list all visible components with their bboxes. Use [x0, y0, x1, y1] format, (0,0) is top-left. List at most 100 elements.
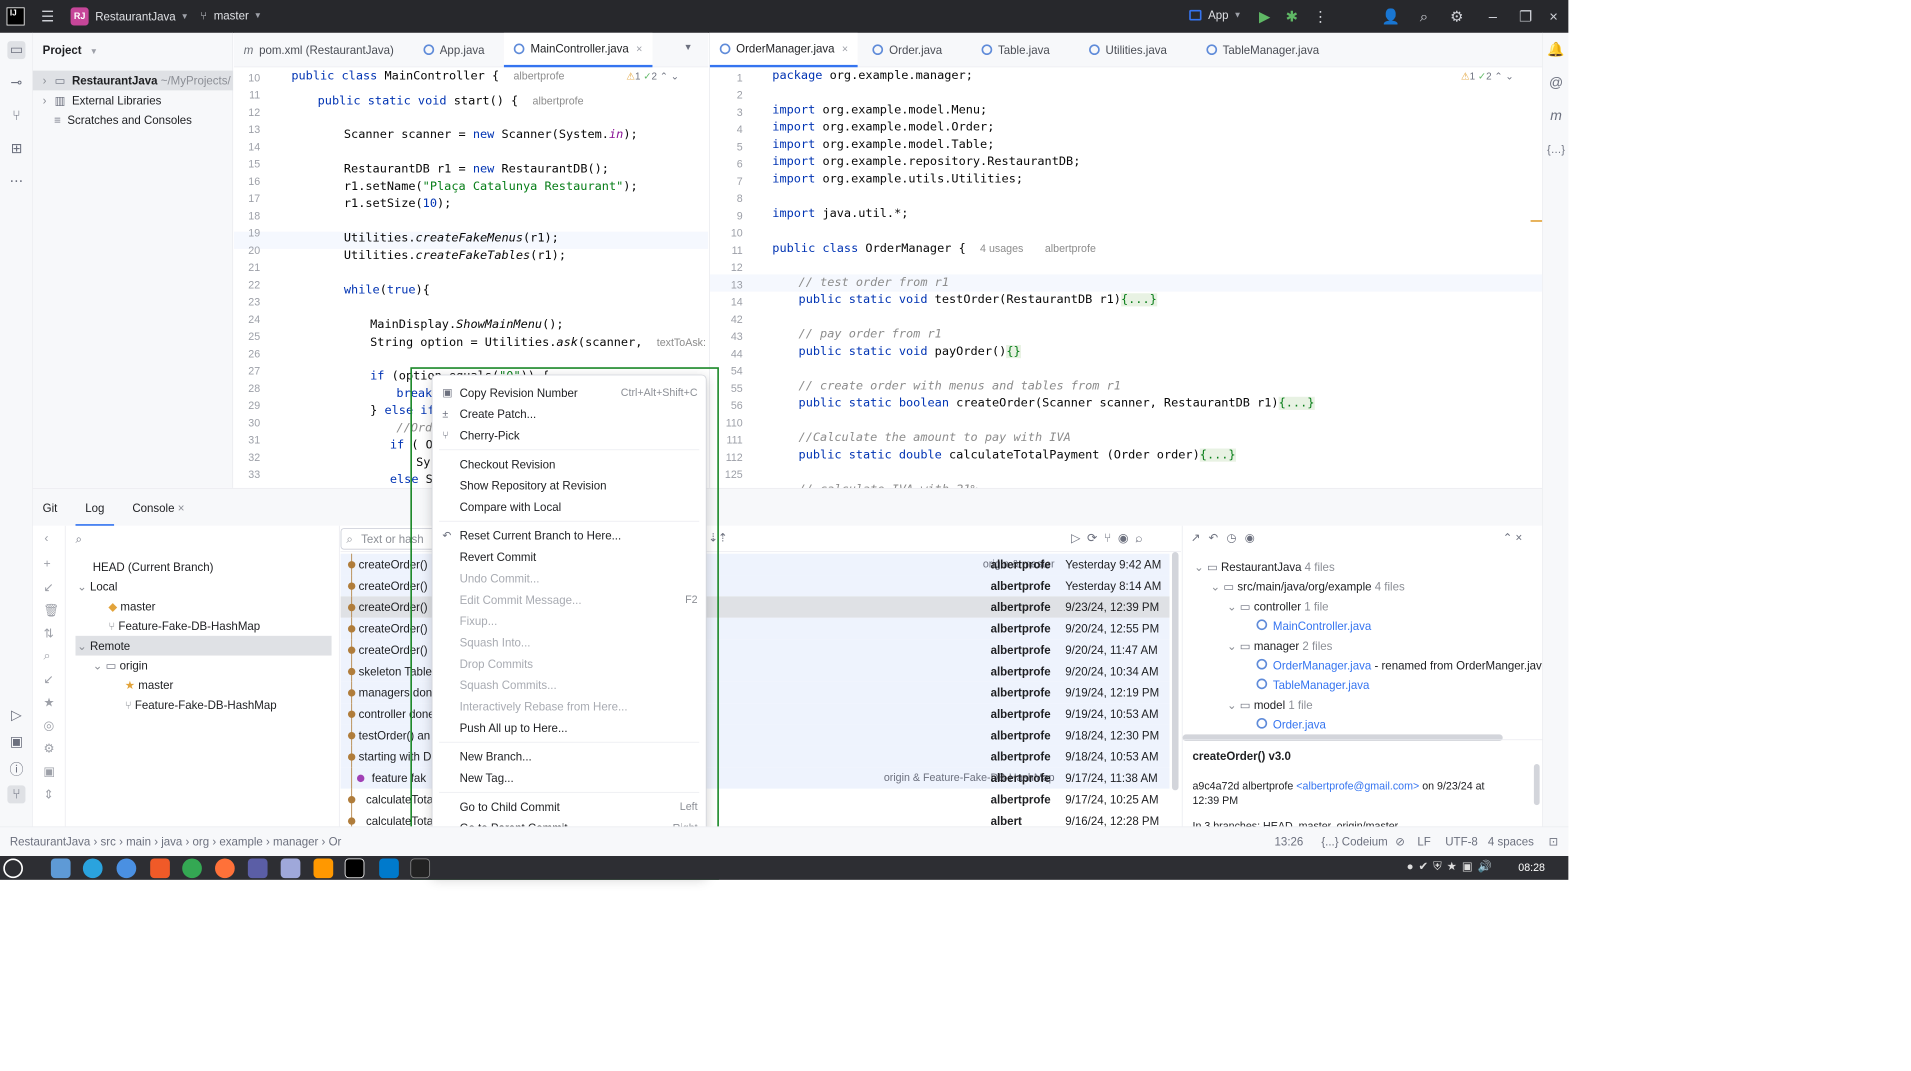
log-actions[interactable]: ▷⟳⑂◉⌕ [1071, 531, 1149, 546]
compare-icon[interactable]: ⇅ [43, 626, 53, 641]
branch-switcher[interactable]: ⑂ master ▼ [200, 9, 262, 22]
tree-item-scratches[interactable]: ≡ Scratches and Consoles [54, 110, 192, 130]
breadcrumb-item[interactable]: RestaurantJava [10, 835, 90, 848]
collapse-icon[interactable]: ‹ [44, 532, 48, 546]
tabs-dropdown-icon[interactable]: ▼ [684, 43, 693, 53]
fetch-icon[interactable]: ↙ [43, 672, 53, 687]
breadcrumb-item[interactable]: src [101, 835, 116, 848]
intellij-taskbar-icon[interactable] [344, 858, 365, 879]
tree-item-external-libraries[interactable]: › ▥ External Libraries [43, 90, 162, 110]
delete-icon[interactable]: 🗑 [43, 603, 59, 618]
project-folder-icon[interactable]: ▭ [7, 41, 26, 60]
log-scrollbar[interactable] [1171, 552, 1179, 791]
changes-manager[interactable]: ⌄ ▭ manager 2 files [1227, 636, 1332, 656]
caret-position[interactable]: 13:26 [1275, 835, 1304, 848]
usages-hint[interactable]: 4 usages [980, 242, 1023, 254]
lock-icon[interactable]: ⊡ [1549, 835, 1559, 849]
codeium-status[interactable]: {...} Codeium [1321, 835, 1387, 848]
project-panel-title[interactable]: Project ▼ [43, 44, 98, 57]
more-actions-icon[interactable]: ⋮ [1311, 7, 1329, 25]
commit-email[interactable]: <albertprofe@gmail.com> [1296, 780, 1419, 792]
favorite-icon[interactable]: ★ [43, 695, 54, 710]
hamburger-menu-icon[interactable]: ☰ [39, 7, 57, 25]
vscode-icon[interactable] [379, 858, 399, 879]
inspection-widget[interactable]: ⚠1 ✓2 ⌃ ⌄ [1461, 71, 1514, 83]
branch-group-local[interactable]: ⌄ Local [77, 577, 117, 597]
changes-model[interactable]: ⌄ ▭ model 1 file [1227, 695, 1313, 715]
changed-file-order-manager[interactable]: OrderManager.java - renamed from OrderMa… [1256, 656, 1542, 676]
debug-icon[interactable]: ✱ [1283, 7, 1301, 25]
graph-icon[interactable]: ▣ [43, 764, 55, 779]
branch-origin-master[interactable]: ★ master [125, 675, 174, 695]
file-encoding[interactable]: UTF-8 [1445, 835, 1478, 848]
search-branch-icon[interactable]: ⌕ [43, 649, 50, 663]
sublime-icon[interactable] [313, 858, 334, 879]
details-scrollbar[interactable] [1533, 763, 1540, 806]
branch-group-remote[interactable]: ⌄ Remote [75, 635, 332, 656]
chrome-icon[interactable] [182, 858, 202, 879]
brave-icon[interactable] [150, 858, 170, 879]
telegram-icon[interactable] [82, 858, 103, 879]
close-icon[interactable]: × [1545, 7, 1563, 25]
changes-src[interactable]: ⌄ ▭ src/main/java/org/example 4 files [1211, 577, 1405, 597]
close-tab-icon[interactable]: × [178, 501, 185, 514]
maximize-icon[interactable]: ❐ [1517, 7, 1535, 25]
breadcrumb-item[interactable]: example [219, 835, 262, 848]
tab-table-manager[interactable]: TableManager.java [1196, 32, 1329, 67]
maven-icon[interactable]: m [1547, 107, 1565, 125]
os-menu-icon[interactable] [3, 858, 23, 879]
breadcrumb-item[interactable]: Or [329, 835, 342, 848]
git-icon[interactable]: ⑂ [7, 785, 26, 804]
close-tab-icon[interactable]: × [636, 42, 642, 54]
commit-icon[interactable]: ⊸ [7, 74, 25, 92]
notifications-bell-icon[interactable]: 🔔 [1547, 41, 1565, 59]
settings-gear-icon[interactable]: ⚙ [1448, 7, 1466, 25]
breadcrumb-item[interactable]: org [193, 835, 210, 848]
terminal-app-icon[interactable] [410, 858, 431, 879]
app-icon[interactable] [247, 858, 268, 879]
line-separator[interactable]: LF [1417, 835, 1430, 848]
reader-mode-icon[interactable]: ⊘ [1395, 835, 1405, 849]
run-config-selector[interactable]: App ▼ [1189, 8, 1242, 21]
tab-order-java[interactable]: Order.java [863, 32, 952, 67]
breadcrumb-item[interactable]: main [126, 835, 151, 848]
ai-assistant-icon[interactable]: @ [1547, 74, 1565, 92]
services-icon[interactable]: ▷ [7, 706, 25, 724]
search-icon[interactable]: ⌕ [1415, 7, 1433, 25]
tab-utilities-java[interactable]: Utilities.java [1079, 32, 1176, 67]
changes-root[interactable]: ⌄ ▭ RestaurantJava 4 files [1194, 557, 1335, 577]
branch-origin-feature[interactable]: ⑂ Feature-Fake-DB-HashMap [125, 695, 277, 715]
structure-icon[interactable]: ⊞ [7, 140, 25, 158]
show-icon[interactable]: ◎ [43, 718, 54, 733]
branch-search-icon[interactable]: ⌕ [76, 532, 82, 546]
files-app-icon[interactable] [50, 858, 71, 879]
tab-git[interactable]: Git [33, 488, 67, 526]
close-tab-icon[interactable]: × [842, 42, 848, 54]
minimize-icon[interactable]: – [1484, 7, 1502, 25]
tree-item-root[interactable]: › ▭ RestaurantJava ~/MyProjects/ [32, 70, 234, 91]
branch-origin[interactable]: ⌄ ▭ origin [93, 656, 148, 676]
tab-console[interactable]: Console × [122, 488, 194, 526]
firefox-icon[interactable] [215, 858, 235, 879]
tab-order-manager[interactable]: OrderManager.java × [709, 32, 858, 67]
text-editor-icon[interactable] [280, 858, 301, 879]
changes-toolbar[interactable]: ↗↶◷◉ [1191, 531, 1263, 545]
problems-icon[interactable]: ⓘ [7, 759, 25, 778]
more-tools-icon[interactable]: ⋯ [7, 173, 25, 191]
tab-main-controller[interactable]: MainController.java × [504, 32, 653, 67]
branch-head[interactable]: HEAD (Current Branch) [93, 557, 214, 577]
branch-local-feature[interactable]: ⑂ Feature-Fake-DB-HashMap [108, 616, 260, 636]
breadcrumb-item[interactable]: manager [273, 835, 318, 848]
tab-table-java[interactable]: Table.java [972, 32, 1060, 67]
add-user-icon[interactable]: 👤 [1382, 7, 1400, 25]
right-code-editor[interactable]: 1 2 3 4 5 6 7 8 9 10 11 12 13 14 42 43 44 54 55 56 110 111 112… [709, 67, 1543, 488]
pull-requests-icon[interactable]: ⑂ [7, 107, 25, 125]
terminal-icon[interactable]: ▣ [7, 733, 25, 751]
branch-local-master[interactable]: ◆ master [108, 596, 155, 616]
changed-file-order[interactable]: Order.java [1256, 715, 1326, 735]
run-icon[interactable]: ▶ [1256, 7, 1274, 25]
changed-file-table-manager[interactable]: TableManager.java [1256, 675, 1369, 695]
codeium-icon[interactable]: {…} [1547, 140, 1565, 158]
changes-controller[interactable]: ⌄ ▭ controller 1 file [1227, 596, 1329, 616]
expand-icon[interactable]: ⇕ [43, 787, 53, 802]
